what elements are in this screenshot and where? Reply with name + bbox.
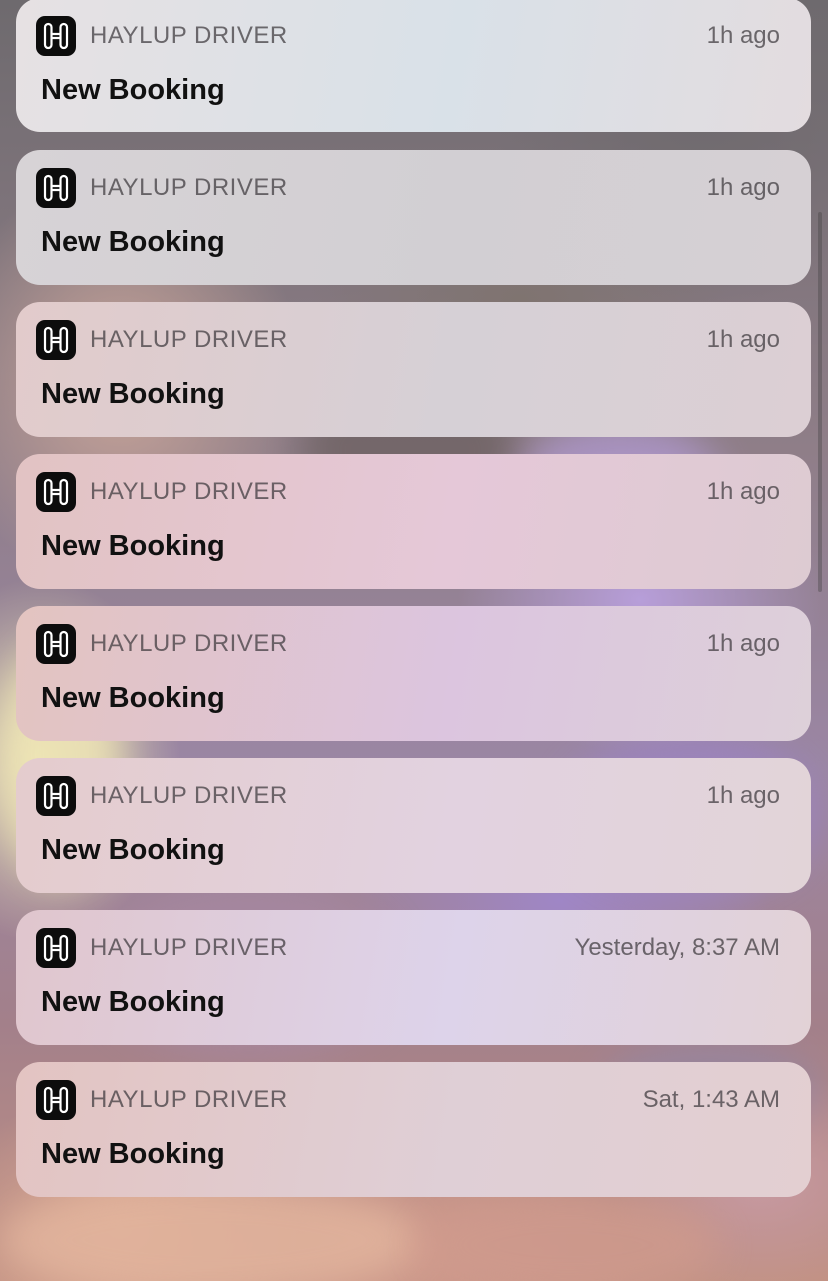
haylup-h-logo-icon [36, 928, 76, 968]
haylup-h-logo-icon [36, 1080, 76, 1120]
notification-app-name: HAYLUP DRIVER [90, 934, 288, 961]
notification-timestamp: Yesterday, 8:37 AM [574, 934, 780, 961]
notification-title: New Booking [41, 986, 225, 1018]
scroll-indicator[interactable] [818, 212, 822, 592]
haylup-h-logo-icon [36, 16, 76, 56]
notification-app-name: HAYLUP DRIVER [90, 478, 288, 505]
haylup-h-logo-icon [36, 168, 76, 208]
notification-timestamp: 1h ago [706, 478, 780, 505]
notification-card-5[interactable]: HAYLUP DRIVER 1h ago New Booking [16, 606, 811, 741]
haylup-h-logo-icon [36, 472, 76, 512]
notification-title: New Booking [41, 682, 225, 714]
notification-title: New Booking [41, 530, 225, 562]
notification-timestamp: Sat, 1:43 AM [642, 1086, 780, 1113]
notification-timestamp: 1h ago [706, 782, 780, 809]
notification-app-name: HAYLUP DRIVER [90, 326, 288, 353]
notification-app-name: HAYLUP DRIVER [90, 1086, 288, 1113]
notification-card-7[interactable]: HAYLUP DRIVER Yesterday, 8:37 AM New Boo… [16, 910, 811, 1045]
notification-app-name: HAYLUP DRIVER [90, 174, 288, 201]
notification-card-3[interactable]: HAYLUP DRIVER 1h ago New Booking [16, 302, 811, 437]
notification-timestamp: 1h ago [706, 326, 780, 353]
notification-timestamp: 1h ago [706, 174, 780, 201]
notification-card-2[interactable]: HAYLUP DRIVER 1h ago New Booking [16, 150, 811, 285]
notification-timestamp: 1h ago [706, 22, 780, 49]
notification-title: New Booking [41, 1138, 225, 1170]
haylup-h-logo-icon [36, 320, 76, 360]
notification-title: New Booking [41, 74, 225, 106]
haylup-h-logo-icon [36, 624, 76, 664]
notification-timestamp: 1h ago [706, 630, 780, 657]
notification-card-4[interactable]: HAYLUP DRIVER 1h ago New Booking [16, 454, 811, 589]
notification-title: New Booking [41, 226, 225, 258]
notification-app-name: HAYLUP DRIVER [90, 630, 288, 657]
notification-app-name: HAYLUP DRIVER [90, 782, 288, 809]
notification-title: New Booking [41, 378, 225, 410]
notification-card-6[interactable]: HAYLUP DRIVER 1h ago New Booking [16, 758, 811, 893]
notification-title: New Booking [41, 834, 225, 866]
haylup-h-logo-icon [36, 776, 76, 816]
notification-card-8[interactable]: HAYLUP DRIVER Sat, 1:43 AM New Booking [16, 1062, 811, 1197]
notification-app-name: HAYLUP DRIVER [90, 22, 288, 49]
notification-card-1[interactable]: HAYLUP DRIVER 1h ago New Booking [16, 0, 811, 132]
